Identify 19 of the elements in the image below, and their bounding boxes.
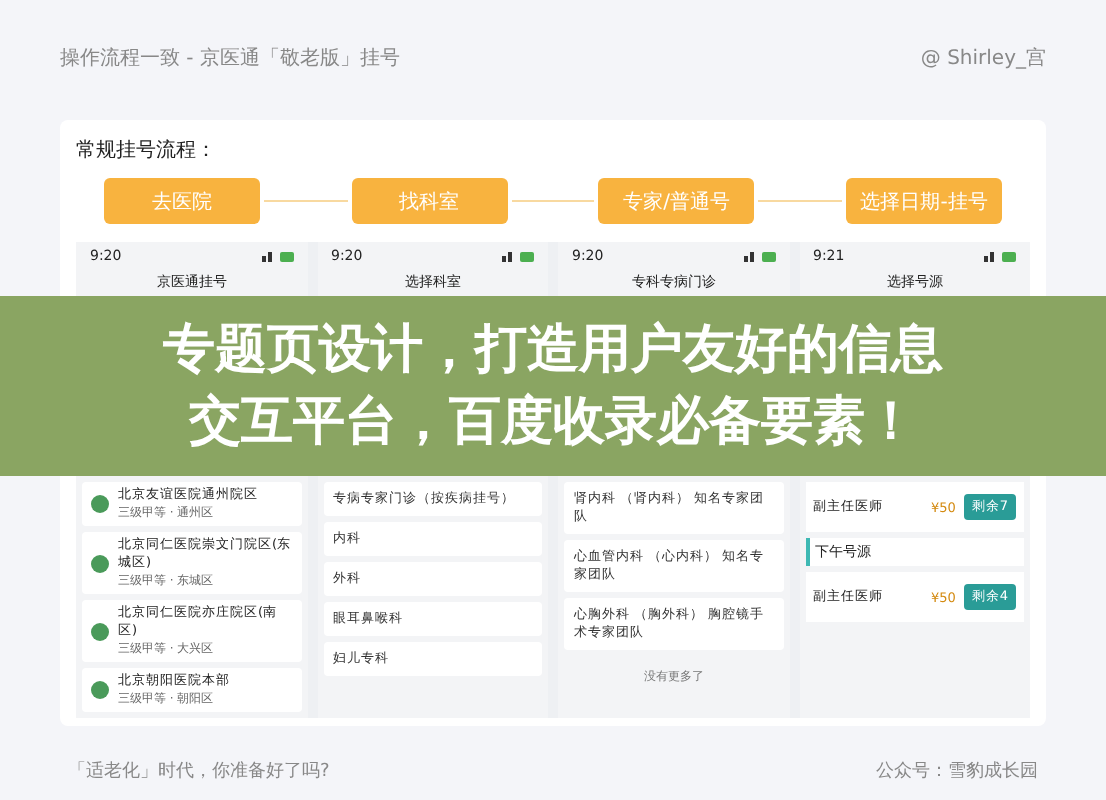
signal-battery-icon (984, 250, 1016, 262)
flow-title: 常规挂号流程： (76, 137, 218, 164)
flow-step: 去医院 (104, 178, 260, 224)
hospital-logo-icon (90, 553, 110, 573)
signal-battery-icon (261, 250, 293, 262)
flow-step: 找科室 (351, 178, 508, 224)
footer-account: 公众号：雪豹成长园 (876, 759, 1038, 784)
flow-step: 选择日期-挂号 (846, 178, 1003, 224)
footer-slogan: 「适老化」时代，你准备好了吗? (68, 759, 330, 784)
hospital-logo-icon (90, 621, 110, 641)
flow-step: 专家/普通号 (598, 178, 755, 224)
signal-battery-icon (502, 250, 534, 262)
hospital-logo-icon (90, 494, 110, 514)
page-title: 操作流程一致 - 京医通「敬老版」挂号 (60, 45, 400, 74)
banner-line: 专题页设计，打造用户友好的信息 (163, 318, 943, 384)
banner-line: 交互平台，百度收录必备要素！ (189, 390, 917, 456)
author-text: @ Shirley_宫 (920, 45, 1046, 74)
hospital-logo-icon (90, 680, 110, 700)
signal-battery-icon (743, 250, 775, 262)
